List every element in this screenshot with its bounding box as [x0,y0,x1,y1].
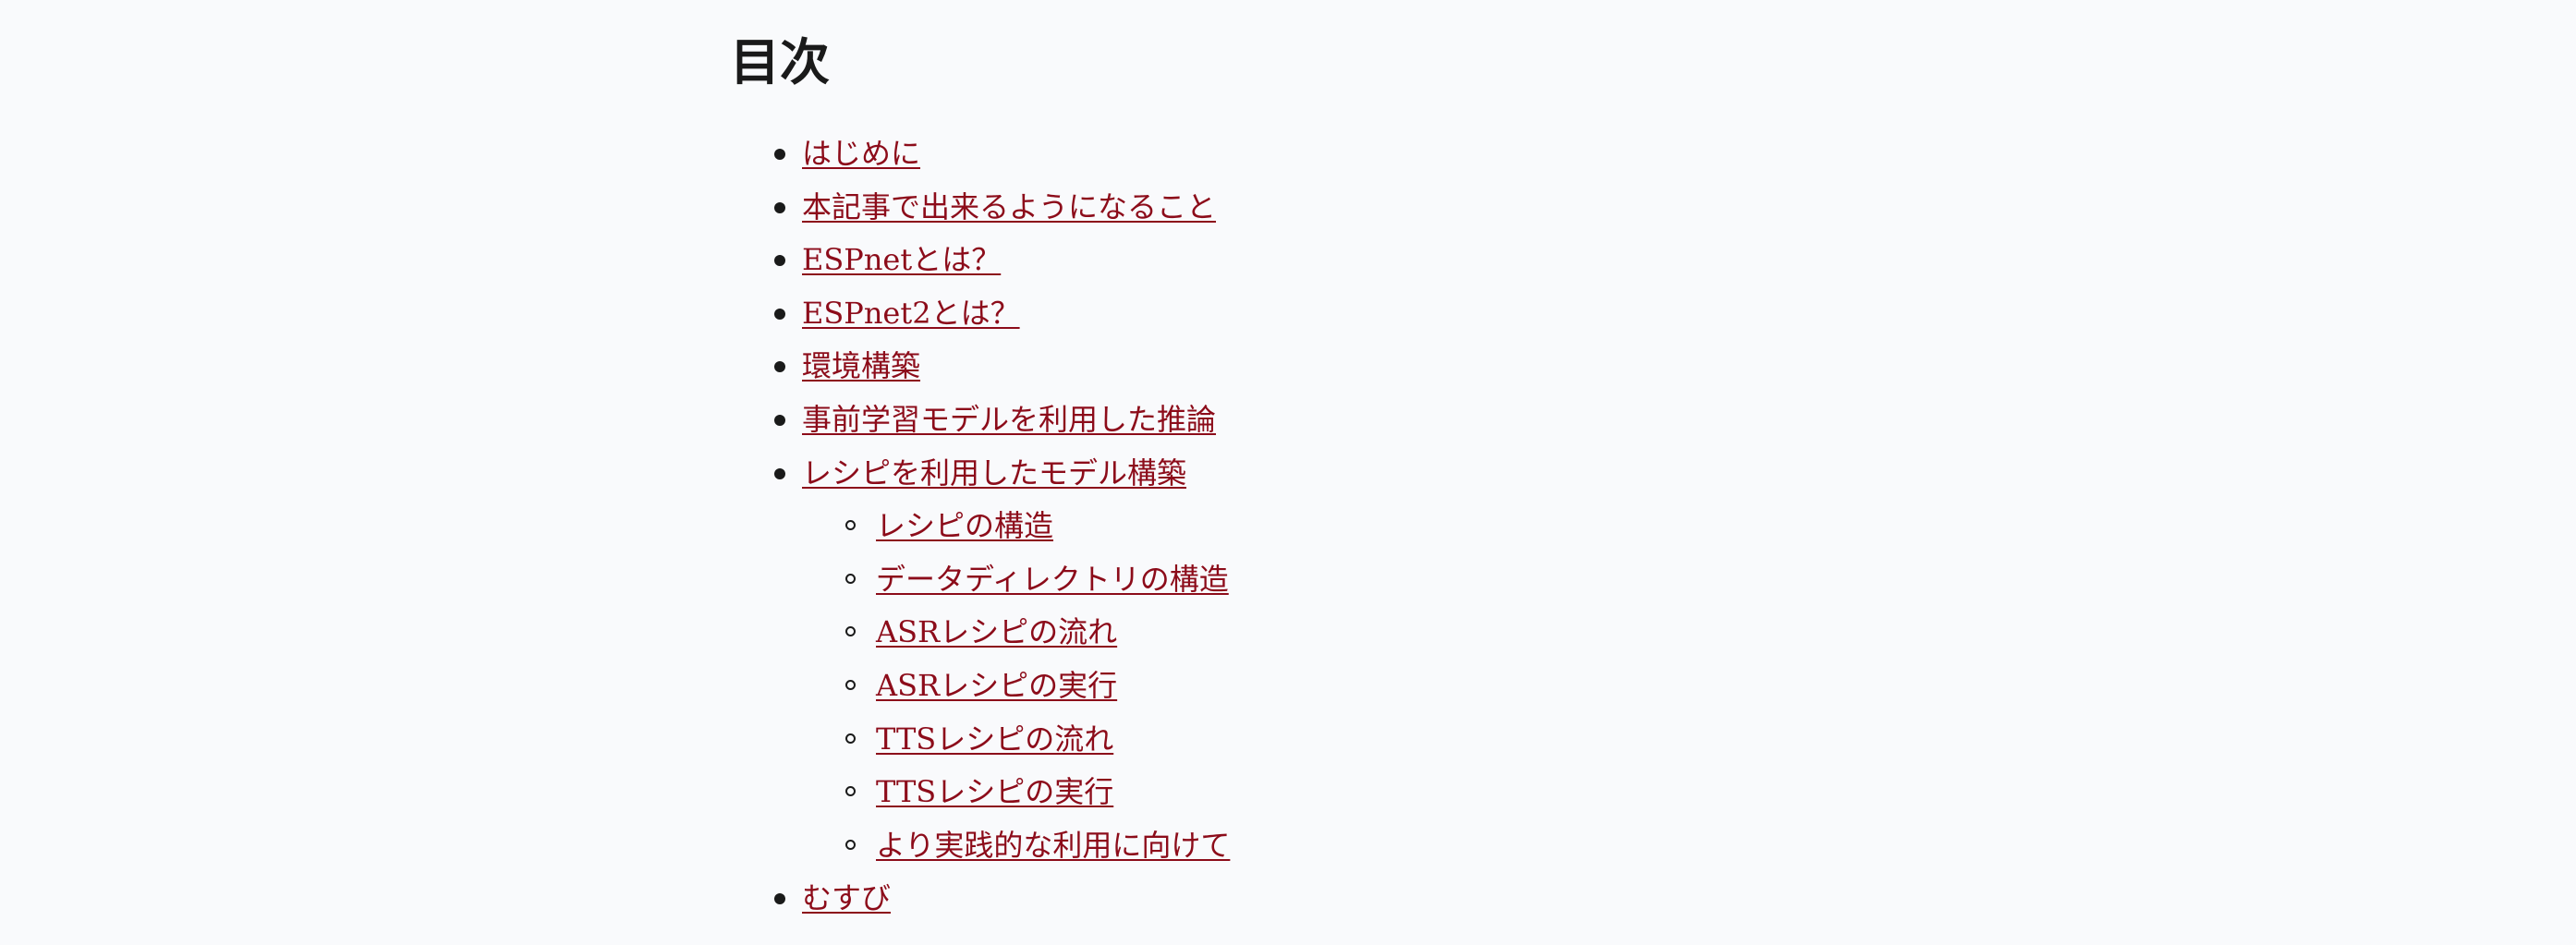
bullet-disc-icon [774,893,785,905]
toc-title: 目次 [730,32,830,91]
toc-link-conclusion[interactable]: むすび [802,880,891,915]
toc-subitem: データディレクトリの構造 [802,553,1839,607]
toc-subitem: TTSレシピの実行 [802,766,1839,819]
toc-link-what-is-espnet[interactable]: ESPnetとは？ [802,242,1001,277]
bullet-circle-icon [845,733,856,744]
bullet-circle-icon [845,520,856,531]
toc-list: はじめに 本記事で出来るようになること ESPnetとは？ ESPnet2とは？… [730,127,1839,926]
toc-subitem: ASRレシピの流れ [802,606,1839,660]
bullet-disc-icon [774,361,785,373]
toc-item: ESPnet2とは？ [730,287,1839,341]
bullet-circle-icon [845,786,856,797]
bullet-disc-icon [774,149,785,160]
toc-link-environment-setup[interactable]: 環境構築 [802,348,920,383]
toc-item: はじめに [730,127,1839,181]
toc-link-what-you-can-do[interactable]: 本記事で出来るようになること [802,189,1216,224]
toc-subitem: TTSレシピの流れ [802,713,1839,767]
toc-subitem: レシピの構造 [802,500,1839,553]
bullet-circle-icon [845,839,856,850]
toc-subitem: ASRレシピの実行 [802,660,1839,713]
toc-item: レシピを利用したモデル構築 レシピの構造 データディレクトリの構造 ASRレシピ… [730,447,1839,873]
toc-link-pretrained-inference[interactable]: 事前学習モデルを利用した推論 [802,402,1216,437]
toc-item: ESPnetとは？ [730,234,1839,287]
toc-sublist: レシピの構造 データディレクトリの構造 ASRレシピの流れ ASRレシピの実行 … [802,500,1839,872]
toc-link-asr-recipe-flow[interactable]: ASRレシピの流れ [876,614,1117,649]
toc-item: むすび [730,872,1839,926]
toc-link-introduction[interactable]: はじめに [802,136,920,171]
toc-link-data-directory-structure[interactable]: データディレクトリの構造 [876,562,1229,597]
bullet-disc-icon [774,255,785,267]
toc-item: 事前学習モデルを利用した推論 [730,394,1839,447]
toc-link-tts-recipe-flow[interactable]: TTSレシピの流れ [876,721,1113,757]
toc-link-recipe-structure[interactable]: レシピの構造 [876,508,1053,543]
bullet-circle-icon [845,573,856,584]
toc-subitem: より実践的な利用に向けて [802,819,1839,873]
bullet-disc-icon [774,201,785,213]
toc-link-recipe-model-building[interactable]: レシピを利用したモデル構築 [802,455,1186,491]
bullet-circle-icon [845,626,856,637]
bullet-disc-icon [774,308,785,320]
toc-item: 本記事で出来るようになること [730,181,1839,235]
bullet-disc-icon [774,467,785,479]
toc-link-asr-recipe-run[interactable]: ASRレシピの実行 [876,668,1117,703]
toc-item: 環境構築 [730,340,1839,394]
table-of-contents: 目次 はじめに 本記事で出来るようになること ESPnetとは？ ESPnet2… [730,30,1839,926]
toc-link-what-is-espnet2[interactable]: ESPnet2とは？ [802,296,1020,331]
bullet-disc-icon [774,414,785,426]
bullet-circle-icon [845,679,856,690]
toc-link-tts-recipe-run[interactable]: TTSレシピの実行 [876,774,1113,809]
toc-link-practical-use[interactable]: より実践的な利用に向けて [876,828,1230,863]
